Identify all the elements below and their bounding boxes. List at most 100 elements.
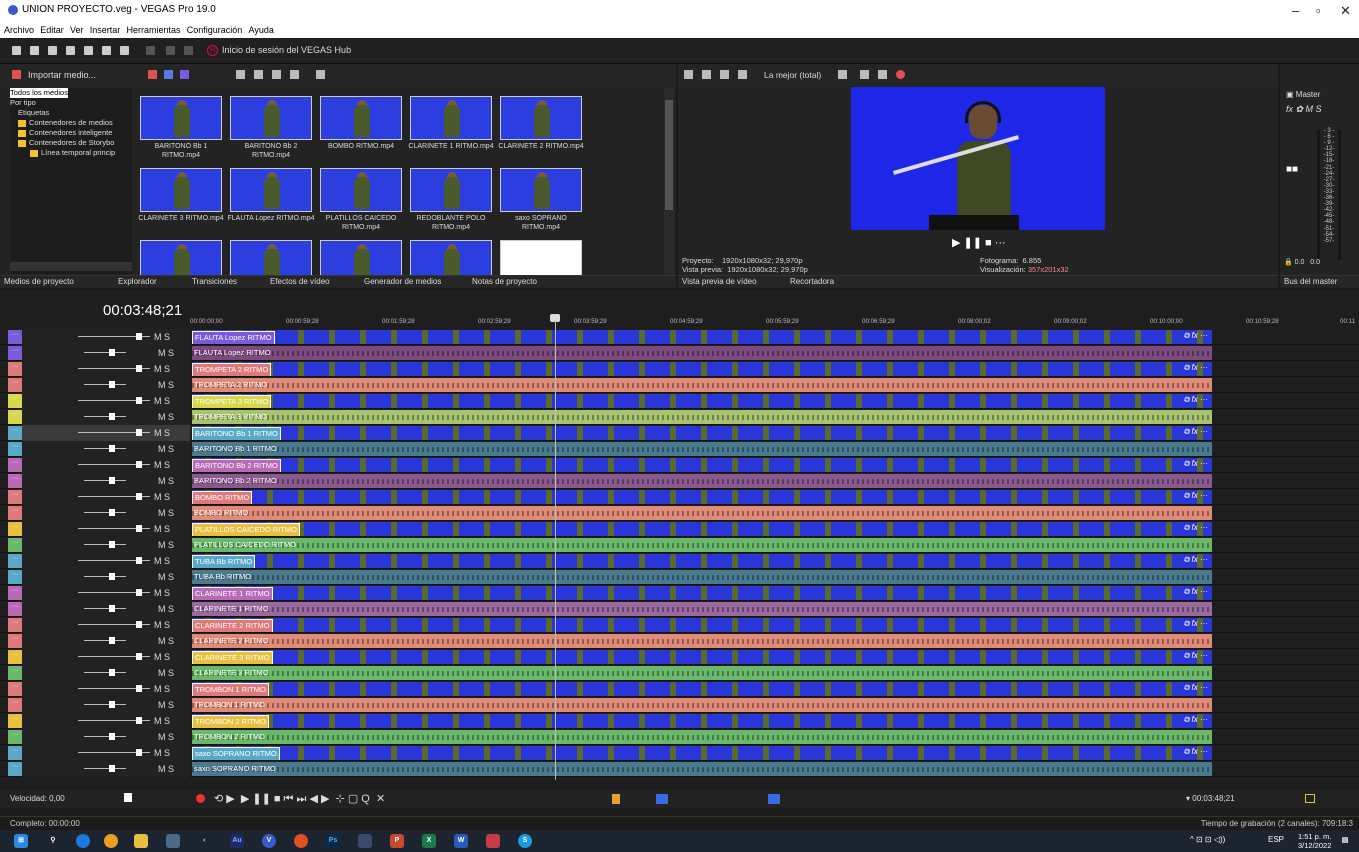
- audio-clip[interactable]: TUBA Bb RITMO: [192, 570, 1212, 584]
- audio-clip[interactable]: CLARINETE 1 RITMO: [192, 602, 1212, 616]
- search-icon[interactable]: ⚲: [46, 834, 60, 848]
- media-thumb[interactable]: BARITONO Bb 2 RITMO.mp4: [226, 92, 316, 164]
- fx-icon[interactable]: [720, 70, 729, 79]
- mute-solo-buttons[interactable]: M S: [154, 588, 170, 598]
- audio-clip[interactable]: BOMBO RITMO: [192, 506, 1212, 520]
- track-color-tab[interactable]: ···: [8, 394, 22, 408]
- track-color-tab[interactable]: ···: [8, 730, 22, 744]
- volume-knob[interactable]: [109, 701, 115, 708]
- volume-knob[interactable]: [136, 525, 142, 532]
- vegas-icon[interactable]: V: [262, 834, 276, 848]
- app3-icon[interactable]: [486, 834, 500, 848]
- track-color-tab[interactable]: ···: [8, 746, 22, 760]
- clip-fx-icon[interactable]: ⧉ fx ···: [1184, 459, 1208, 469]
- audio-clip[interactable]: TROMBON 1 RITMO: [192, 698, 1212, 712]
- tree-item[interactable]: Contenedores de medios: [10, 118, 132, 128]
- track-color-tab[interactable]: ···: [8, 522, 22, 536]
- track-row[interactable]: ··· M S TROMPETA 3 RITMO ⧉ fx ···: [0, 393, 1359, 409]
- minimize-icon[interactable]: –: [1292, 3, 1299, 18]
- skype-icon[interactable]: S: [518, 834, 532, 848]
- track-color-tab[interactable]: ···: [8, 426, 22, 440]
- track-row[interactable]: ··· M S CLARINETE 1 RITMO ⧉ fx ···: [0, 585, 1359, 601]
- marker-icon[interactable]: [612, 794, 620, 804]
- track-row[interactable]: ···M S18saxo SOPRANO RITMO: [0, 761, 1359, 777]
- preview-quality-select[interactable]: La mejor (total): [764, 70, 821, 80]
- volume-slider[interactable]: [84, 512, 126, 513]
- mute-solo-buttons[interactable]: M S: [158, 604, 174, 614]
- video-clip[interactable]: TROMBON 1 RITMO ⧉ fx ···: [192, 682, 1212, 696]
- volume-slider[interactable]: [84, 384, 126, 385]
- track-color-tab[interactable]: ···: [8, 602, 22, 616]
- clip-fx-icon[interactable]: ⧉ fx ···: [1184, 395, 1208, 405]
- volume-knob[interactable]: [109, 509, 115, 516]
- video-clip[interactable]: FLAUTA Lopez RITMO ⧉ fx ···: [192, 330, 1212, 344]
- split-screen-icon[interactable]: [738, 70, 747, 79]
- video-clip[interactable]: TROMPETA 3 RITMO ⧉ fx ···: [192, 394, 1212, 408]
- track-color-tab[interactable]: ···: [8, 442, 22, 456]
- track-row[interactable]: ··· M S TROMBON 1 RITMO ⧉ fx ···: [0, 681, 1359, 697]
- mute-solo-buttons[interactable]: M S: [158, 444, 174, 454]
- media-thumb[interactable]: [136, 236, 226, 276]
- track-row[interactable]: ··· M S TROMPETA 2 RITMO ⧉ fx ···: [0, 361, 1359, 377]
- powerpoint-icon[interactable]: P: [390, 834, 404, 848]
- audio-clip[interactable]: FLAUTA Lopez RITMO: [192, 346, 1212, 360]
- save-snapshot-icon[interactable]: [878, 70, 887, 79]
- undo-icon[interactable]: [166, 46, 175, 55]
- track-row[interactable]: ··· M S BARITONO Bb 1 RITMO ⧉ fx ···: [0, 425, 1359, 441]
- volume-knob[interactable]: [109, 477, 115, 484]
- save-icon[interactable]: [48, 46, 57, 55]
- mute-solo-buttons[interactable]: M S: [154, 524, 170, 534]
- clip-fx-icon[interactable]: ⧉ fx ···: [1184, 491, 1208, 501]
- new-icon[interactable]: [12, 46, 21, 55]
- tree-item[interactable]: Contenedores de Storybo: [10, 138, 132, 148]
- file-explorer-icon[interactable]: [134, 834, 148, 848]
- get-media-icon[interactable]: [164, 70, 173, 79]
- redo-icon[interactable]: [184, 46, 193, 55]
- overlays-icon[interactable]: [838, 70, 847, 79]
- clip-fx-icon[interactable]: ⧉ fx ···: [1184, 587, 1208, 597]
- properties-icon[interactable]: [84, 46, 93, 55]
- menu-ayuda[interactable]: Ayuda: [249, 25, 274, 35]
- volume-slider[interactable]: [84, 480, 126, 481]
- word-icon[interactable]: W: [454, 834, 468, 848]
- tab-video-fx[interactable]: Efectos de vídeo: [270, 277, 330, 286]
- start-icon[interactable]: ⊞: [14, 834, 28, 848]
- audio-clip[interactable]: TROMPETA 2 RITMO: [192, 378, 1212, 392]
- volume-knob[interactable]: [109, 349, 115, 356]
- fader-knob[interactable]: ■■: [1286, 164, 1298, 175]
- audio-clip[interactable]: CLARINETE 2 RITMO: [192, 634, 1212, 648]
- master-fx-ms[interactable]: fx ✿ M S: [1286, 104, 1322, 115]
- mute-solo-buttons[interactable]: M S: [154, 460, 170, 470]
- media-thumb[interactable]: [496, 236, 586, 276]
- volume-knob[interactable]: [109, 733, 115, 740]
- mute-solo-buttons[interactable]: M S: [154, 620, 170, 630]
- mute-solo-buttons[interactable]: M S: [158, 380, 174, 390]
- video-clip[interactable]: TROMBON 2 RITMO ⧉ fx ···: [192, 714, 1212, 728]
- video-clip[interactable]: TUBA Bb RITMO ⧉ fx ···: [192, 554, 1212, 568]
- language-indicator[interactable]: ESP: [1268, 835, 1284, 844]
- track-color-tab[interactable]: ···: [8, 634, 22, 648]
- copy-icon[interactable]: [120, 46, 129, 55]
- mute-solo-buttons[interactable]: M S: [158, 636, 174, 646]
- vegas-hub-icon[interactable]: H: [207, 45, 218, 56]
- volume-slider[interactable]: [84, 448, 126, 449]
- mute-solo-buttons[interactable]: M S: [158, 572, 174, 582]
- photos-icon[interactable]: [166, 834, 180, 848]
- volume-slider[interactable]: [84, 608, 126, 609]
- audio-clip[interactable]: BARITONO Bb 2 RITMO: [192, 474, 1212, 488]
- mute-solo-buttons[interactable]: M S: [154, 492, 170, 502]
- media-thumb[interactable]: CLARINETE 1 RITMO.mp4: [406, 92, 496, 164]
- autopreview-icon[interactable]: [272, 70, 281, 79]
- volume-knob[interactable]: [109, 413, 115, 420]
- video-clip[interactable]: TROMPETA 2 RITMO ⧉ fx ···: [192, 362, 1212, 376]
- track-row[interactable]: ··· M S CLARINETE 3 RITMO ⧉ fx ···: [0, 649, 1359, 665]
- audio-clip[interactable]: BARITONO Bb 1 RITMO: [192, 442, 1212, 456]
- track-color-tab[interactable]: ···: [8, 490, 22, 504]
- app2-icon[interactable]: [358, 834, 372, 848]
- clip-fx-icon[interactable]: ⧉ fx ···: [1184, 427, 1208, 437]
- render-icon[interactable]: [66, 46, 75, 55]
- track-color-tab[interactable]: ···: [8, 378, 22, 392]
- tab-transitions[interactable]: Transiciones: [192, 277, 237, 286]
- menu-configuracion[interactable]: Configuración: [187, 25, 243, 35]
- track-row[interactable]: ···M S18TROMPETA 2 RITMO: [0, 377, 1359, 393]
